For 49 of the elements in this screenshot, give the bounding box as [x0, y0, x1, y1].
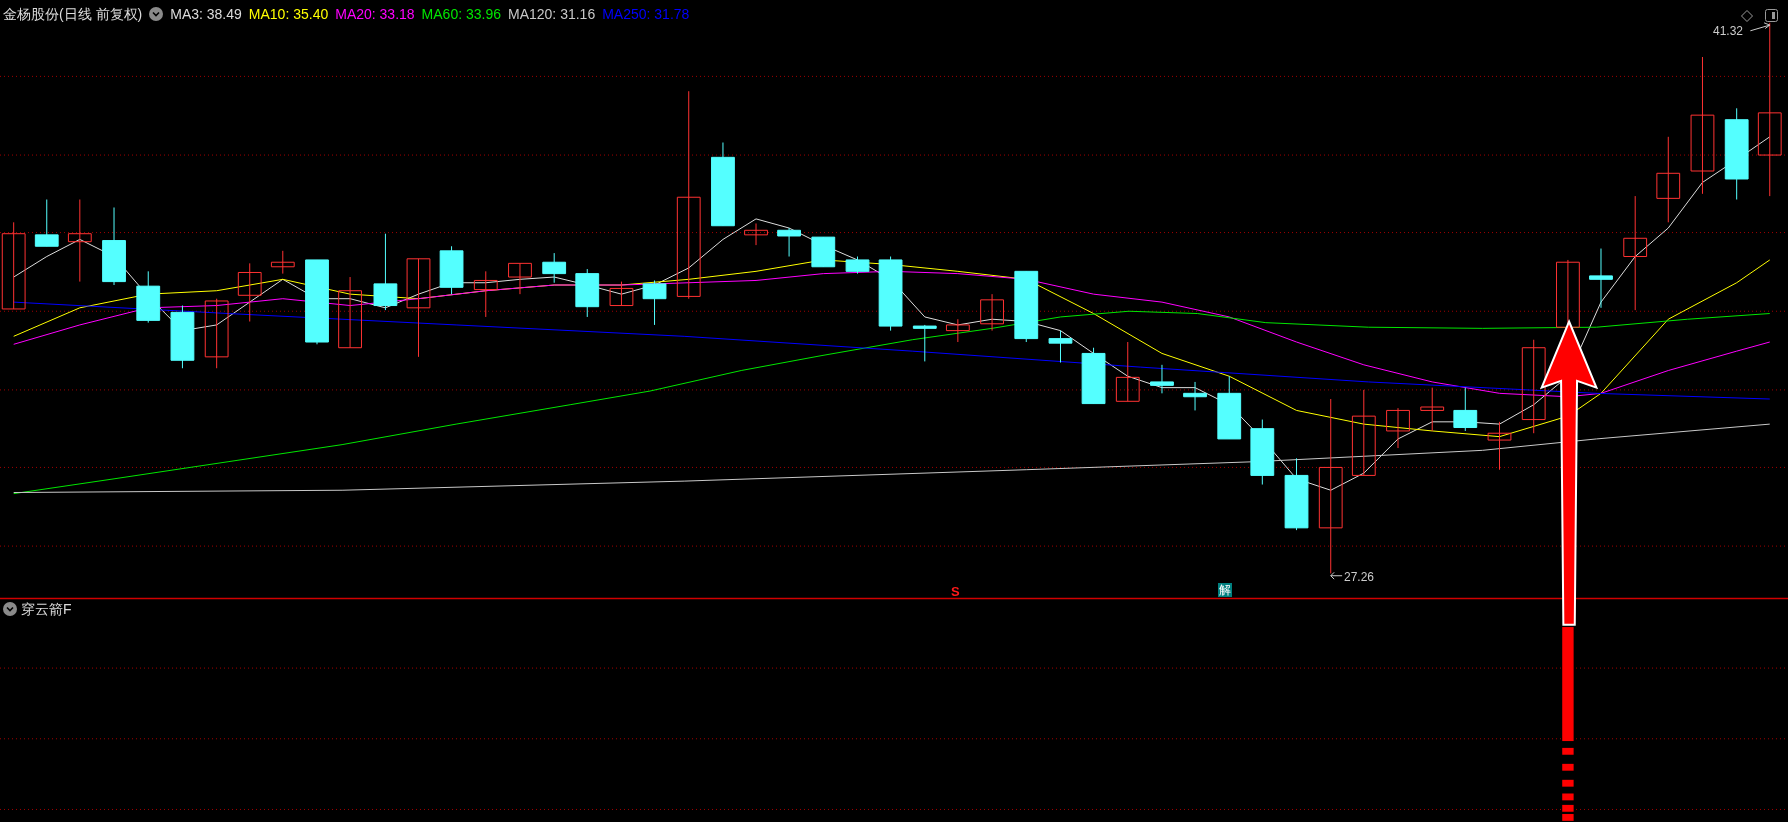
candlestick [1453, 387, 1478, 432]
dropdown-icon[interactable] [149, 7, 164, 21]
candlestick [1487, 421, 1512, 471]
high-price-label: 41.32 [1713, 23, 1744, 40]
candlestick [473, 270, 498, 318]
candlestick [270, 250, 295, 275]
candlestick [912, 324, 937, 362]
candlestick [575, 268, 600, 318]
candlestick [170, 305, 195, 369]
candlestick [845, 256, 870, 275]
panel-toggle-icon[interactable] [1765, 9, 1778, 22]
candlestick [1250, 419, 1275, 486]
candlestick [1386, 407, 1410, 449]
pointer-arrow-icon [1330, 571, 1343, 580]
pointer-arrow-icon [1749, 22, 1771, 32]
candlestick [1115, 341, 1140, 402]
candlestick [1150, 364, 1174, 394]
candlestick [1183, 381, 1207, 411]
candlestick [945, 318, 970, 343]
moving-average-label: MA60: 33.96 [421, 5, 501, 23]
candlestick [204, 298, 229, 369]
candlestick [542, 252, 567, 284]
signal-marker: S [951, 584, 960, 599]
candlestick [811, 236, 836, 268]
moving-average-label: MA250: 31.78 [602, 5, 690, 23]
candlestick [1048, 330, 1073, 364]
moving-average-label: MA20: 33.18 [335, 5, 415, 23]
moving-average-label: MA120: 31.16 [508, 5, 596, 23]
candlestick [237, 262, 262, 322]
moving-average-label: MA3: 38.49 [170, 5, 242, 23]
candlestick [1081, 347, 1106, 405]
chart-title: 金杨股份(日线 前复权) [3, 5, 143, 23]
candlestick [642, 279, 667, 326]
candlestick [1420, 387, 1445, 432]
candlestick [439, 245, 464, 295]
indicator-title: 穿云箭F [21, 600, 72, 618]
signal-marker: 解 [1218, 583, 1232, 597]
candlestick [34, 199, 59, 247]
candlestick [136, 270, 161, 324]
candlestick [744, 222, 768, 246]
candlestick [508, 262, 532, 295]
dropdown-icon[interactable] [3, 602, 17, 616]
low-price-label: 27.26 [1344, 569, 1375, 586]
candlestick [1217, 375, 1242, 440]
candlestick [777, 227, 801, 257]
candlestick [1589, 248, 1613, 309]
candlestick [609, 281, 634, 307]
moving-average-label: MA10: 35.40 [248, 5, 329, 23]
candlestick [980, 293, 1004, 332]
